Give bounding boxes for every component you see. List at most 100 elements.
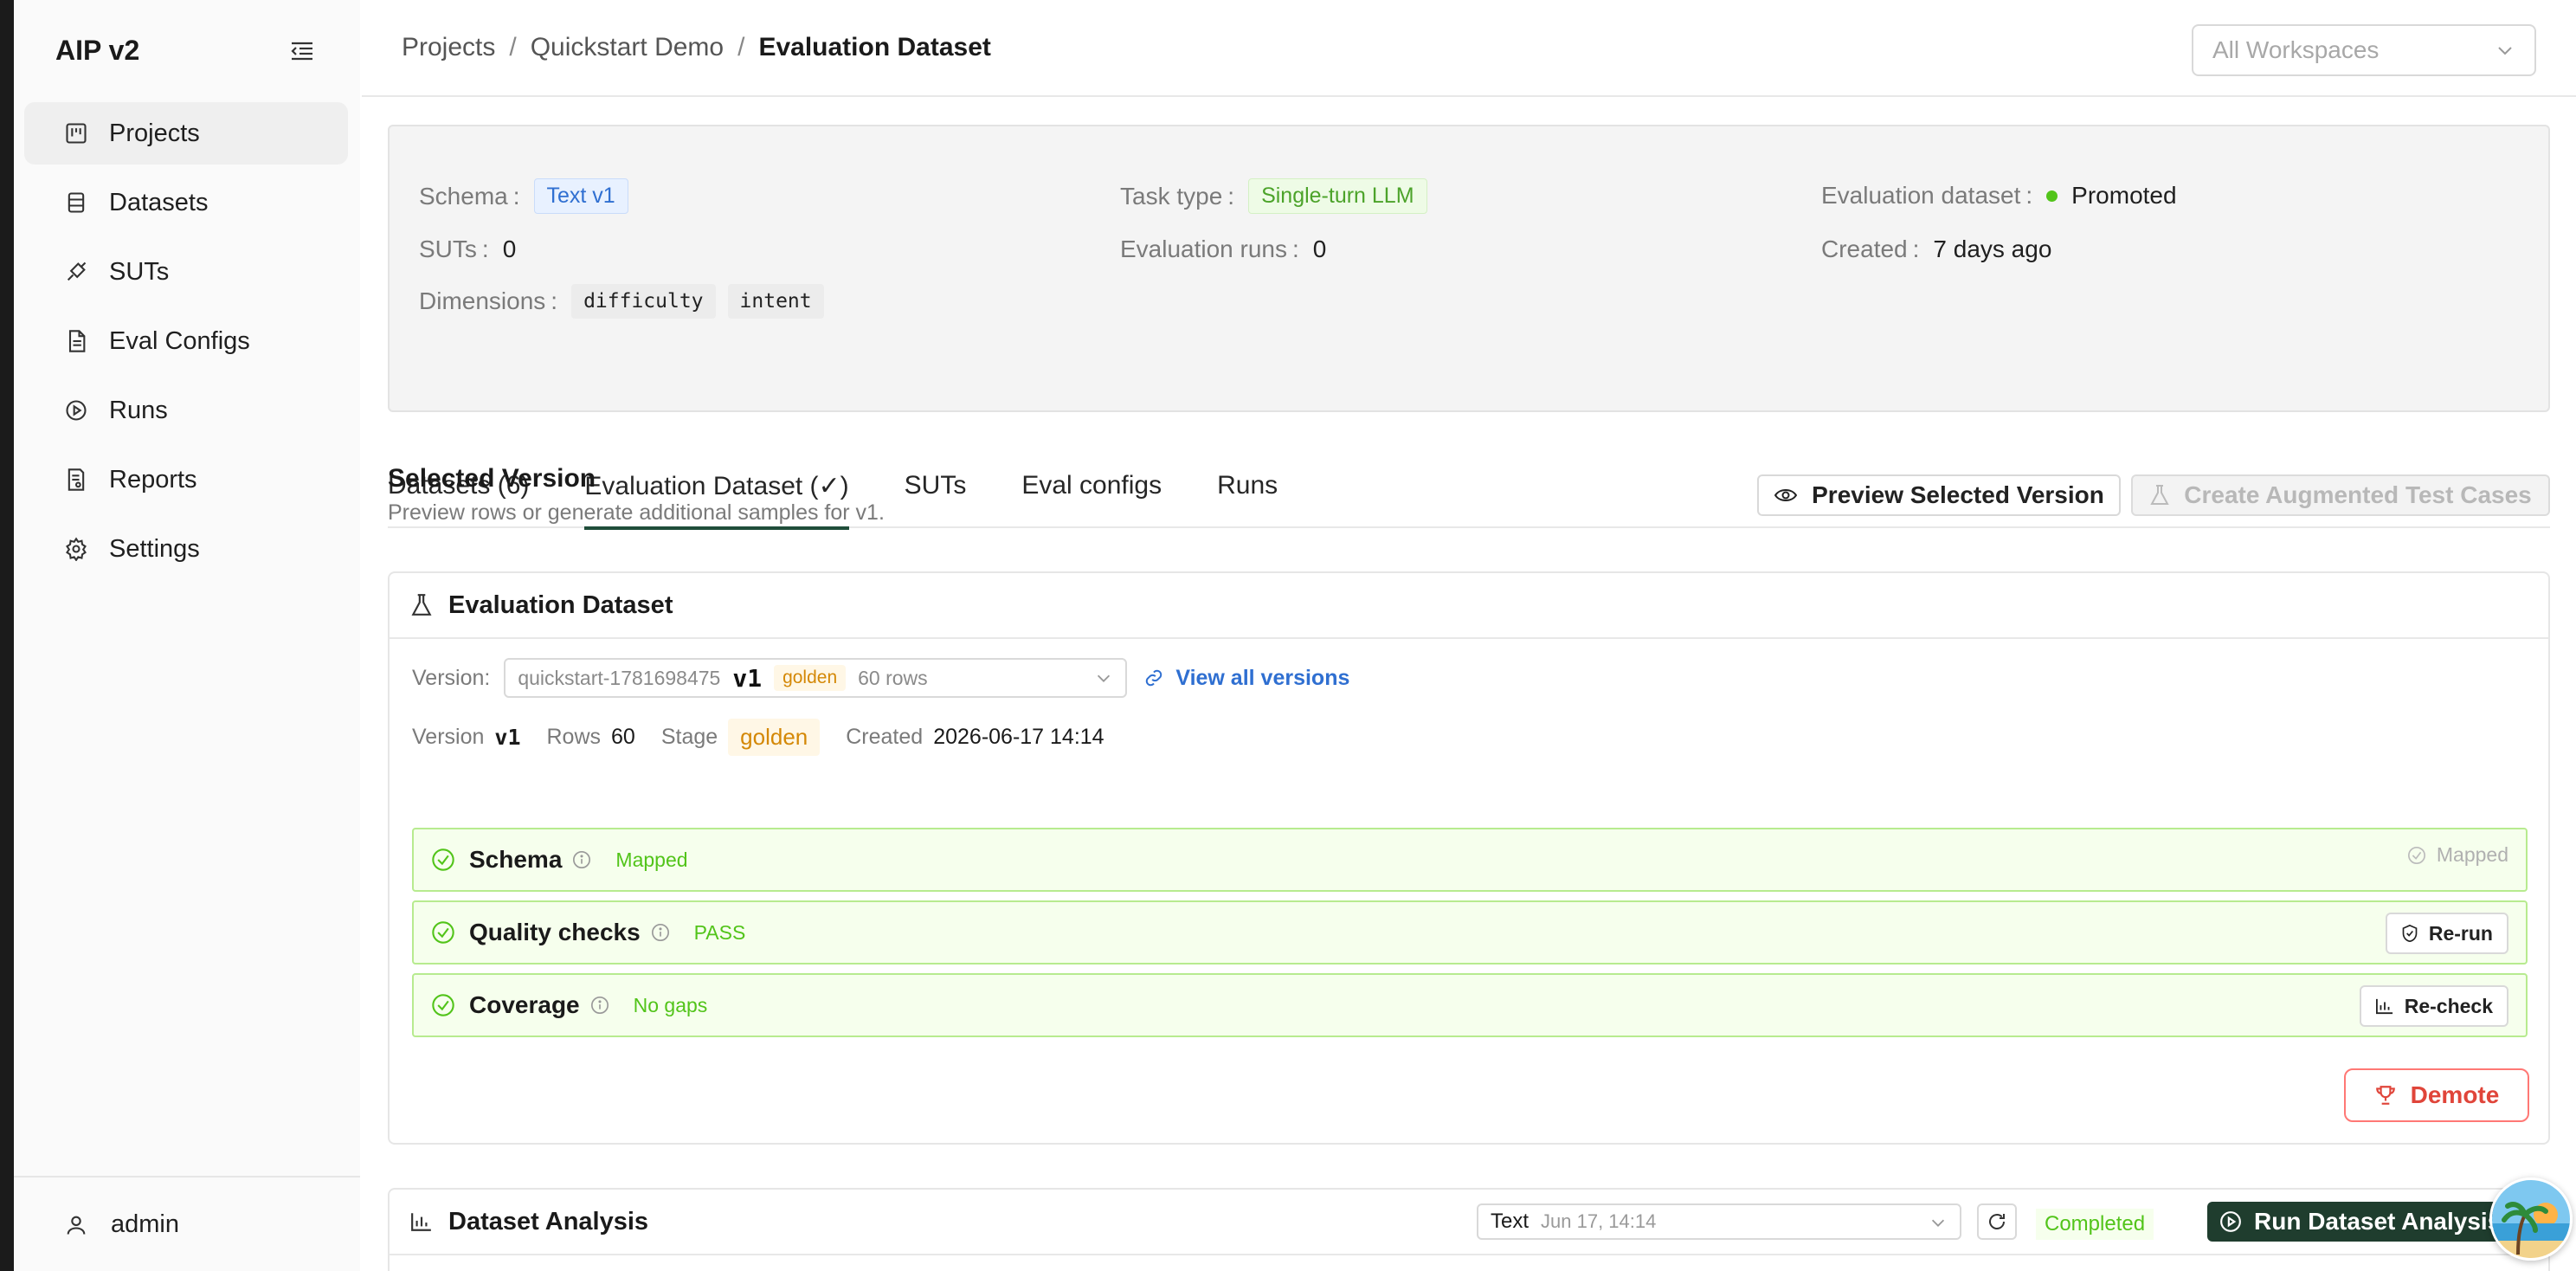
meta-rows-value: 60	[611, 725, 635, 749]
play-circle-icon	[2220, 1211, 2241, 1232]
collapse-menu-icon	[291, 42, 312, 61]
eval-configs-icon	[68, 330, 86, 352]
demote-button[interactable]: Demote	[2344, 1068, 2529, 1122]
breadcrumb-projects[interactable]: Projects	[402, 33, 495, 62]
chevron-down-icon	[1098, 674, 1111, 682]
card-header: Dataset Analysis Text Jun 17, 14:14 Comp…	[390, 1190, 2548, 1255]
summary-schema: Schema Text v1	[419, 178, 628, 214]
app-title: AIP v2	[55, 35, 140, 66]
preview-selected-version-button[interactable]: Preview Selected Version	[1757, 474, 2121, 516]
summary-label: Evaluation runs	[1120, 235, 1313, 263]
info-icon[interactable]	[651, 923, 670, 942]
assistant-avatar[interactable]	[2489, 1177, 2573, 1261]
schema-mapped-indicator: Mapped	[2407, 843, 2508, 867]
sidebar-item-datasets[interactable]: Datasets	[24, 171, 348, 234]
check-circle-icon	[2407, 846, 2425, 864]
coverage-check-row: Coverage No gaps Re-check	[412, 973, 2528, 1037]
breadcrumb-separator: /	[509, 33, 517, 61]
summary-dimensions: Dimensions difficulty intent	[419, 284, 836, 319]
summary-label: Created	[1821, 235, 1933, 263]
bar-chart-icon	[411, 1213, 431, 1231]
chevron-down-icon	[2498, 47, 2512, 55]
selected-version-title: Selected Version	[388, 464, 596, 493]
datasets-icon	[68, 192, 85, 213]
link-icon	[1146, 669, 1162, 687]
check-circle-icon	[432, 848, 454, 871]
collapse-sidebar-button[interactable]	[286, 35, 319, 68]
evaluation-dataset-card: Evaluation Dataset Version: quickstart-1…	[388, 571, 2550, 1145]
summary-label: SUTs	[419, 235, 503, 263]
preview-button-label: Preview Selected Version	[1812, 481, 2104, 508]
analysis-select-type: Text	[1491, 1210, 1530, 1233]
summary-task-type: Task type Single-turn LLM	[1120, 178, 1427, 214]
tab-runs[interactable]: Runs	[1217, 443, 1278, 528]
version-rows: 60 rows	[858, 666, 928, 689]
check-name: Quality checks	[469, 919, 641, 945]
recheck-label: Re-check	[2404, 994, 2493, 1017]
sidebar-item-eval-configs[interactable]: Eval Configs	[24, 310, 348, 372]
breadcrumb-separator: /	[737, 33, 745, 61]
analysis-select[interactable]: Text Jun 17, 14:14	[1477, 1203, 1961, 1240]
user-icon	[67, 1216, 86, 1235]
info-icon[interactable]	[590, 996, 609, 1015]
analysis-status-badge: Completed	[2036, 1209, 2154, 1240]
sidebar-item-label: Runs	[109, 396, 168, 424]
summary-label: Dimensions	[419, 287, 571, 315]
analysis-select-date: Jun 17, 14:14	[1541, 1210, 1657, 1232]
sidebar-item-reports[interactable]: Reports	[24, 448, 348, 511]
sidebar-item-projects[interactable]: Projects	[24, 102, 348, 165]
summary-label: Task type	[1120, 183, 1248, 210]
refresh-button[interactable]	[1977, 1203, 2017, 1240]
sidebar-item-settings[interactable]: Settings	[24, 518, 348, 580]
summary-label: Evaluation dataset	[1821, 182, 2046, 210]
bar-chart-icon	[2375, 998, 2392, 1015]
meta-created-value: 2026-06-17 14:14	[933, 725, 1104, 749]
schema-tag: Text v1	[533, 178, 628, 214]
sidebar-item-runs[interactable]: Runs	[24, 379, 348, 442]
check-name: Coverage	[469, 991, 580, 1018]
meta-label: Rows	[546, 725, 602, 749]
breadcrumb-project[interactable]: Quickstart Demo	[531, 33, 724, 62]
username: admin	[111, 1210, 179, 1238]
sidebar-item-label: Reports	[109, 465, 197, 494]
meta-label: Version	[412, 725, 485, 749]
rerun-button[interactable]: Re-run	[2385, 913, 2508, 954]
view-all-versions-link[interactable]: View all versions	[1144, 666, 1349, 691]
workspace-select-placeholder: All Workspaces	[2212, 36, 2380, 63]
breadcrumb-current: Evaluation Dataset	[758, 33, 991, 61]
meta-stage-tag: golden	[728, 719, 821, 756]
sidebar-item-suts[interactable]: SUTs	[24, 241, 348, 303]
recheck-button[interactable]: Re-check	[2359, 985, 2508, 1027]
workspace-select[interactable]: All Workspaces	[2192, 24, 2536, 76]
tab-eval-configs[interactable]: Eval configs	[1021, 443, 1162, 528]
version-id: quickstart-1781698475	[518, 666, 721, 689]
sidebar-item-label: Eval Configs	[109, 326, 250, 355]
projects-icon	[66, 123, 87, 144]
project-summary: Schema Text v1 Task type Single-turn LLM…	[388, 125, 2550, 412]
selected-version-subtitle: Preview rows or generate additional samp…	[388, 500, 885, 525]
augment-button-label: Create Augmented Test Cases	[2184, 481, 2532, 508]
flask-icon	[2150, 485, 2169, 505]
sidebar-item-label: Projects	[109, 119, 200, 147]
eye-icon	[1774, 489, 1798, 501]
user-menu[interactable]: admin	[64, 1210, 179, 1239]
version-select[interactable]: quickstart-1781698475 v1 golden 60 rows	[504, 658, 1128, 698]
sidebar: AIP v2 Projects Datasets SUTs Eval Confi…	[0, 0, 360, 1271]
eval-runs-count: 0	[1312, 235, 1327, 262]
check-circle-icon	[432, 994, 454, 1016]
quality-check-row: Quality checks PASS Re-run	[412, 900, 2528, 965]
create-augmented-test-cases-button[interactable]: Create Augmented Test Cases	[2131, 474, 2550, 516]
tab-suts[interactable]: SUTs	[905, 443, 967, 528]
sidebar-item-label: SUTs	[109, 257, 170, 286]
sidebar-item-label: Datasets	[109, 188, 209, 216]
info-icon[interactable]	[572, 850, 591, 869]
meta-version-value: v1	[494, 725, 521, 750]
top-header: Projects / Quickstart Demo / Evaluation …	[362, 0, 2576, 97]
view-all-versions-label: View all versions	[1175, 665, 1350, 690]
version-meta: Version v1 Rows 60 Stage golden Created …	[412, 719, 1104, 756]
sidebar-item-label: Settings	[109, 534, 200, 563]
eval-dataset-status: Promoted	[2071, 182, 2177, 209]
window-edge	[0, 0, 14, 1271]
dataset-analysis-card: Dataset Analysis Text Jun 17, 14:14 Comp…	[388, 1188, 2550, 1271]
summary-created: Created 7 days ago	[1821, 235, 2051, 263]
